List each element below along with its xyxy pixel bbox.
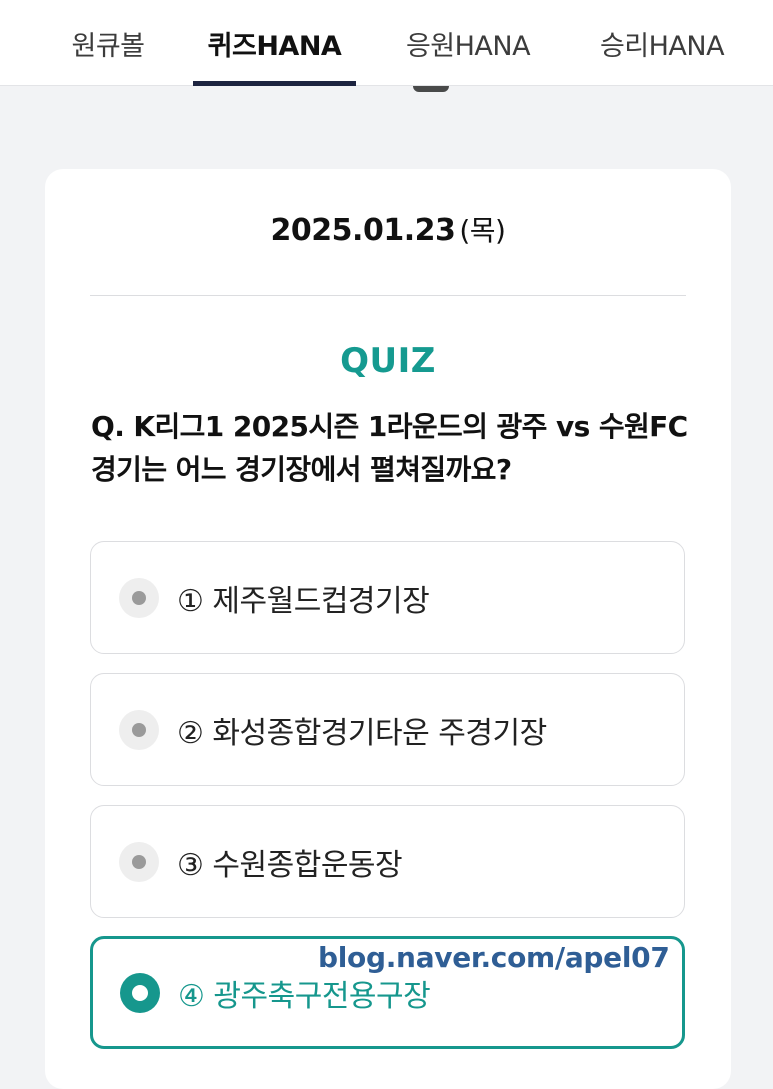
answer-option-2[interactable]: ② 화성종합경기타운 주경기장	[90, 673, 685, 786]
top-tab-bar: 원큐볼 퀴즈HANA 응원HANA 승리HANA	[0, 0, 773, 86]
partially-hidden-graphic	[413, 86, 449, 92]
radio-selected-icon[interactable]	[120, 972, 160, 1013]
answer-option-4[interactable]: ④ 광주축구전용구장	[90, 936, 685, 1049]
radio-unselected-icon[interactable]	[119, 841, 159, 882]
tab-label: 응원HANA	[405, 30, 531, 62]
radio-unselected-icon[interactable]	[119, 577, 159, 618]
answer-option-label: ④ 광주축구전용구장	[178, 978, 431, 1014]
tab-victory-hana[interactable]: 승리HANA	[580, 0, 744, 86]
quiz-card: 2025.01.23 (목) QUIZ Q. K리그1 2025시즌 1라운드의 …	[45, 169, 731, 1089]
tab-cheer-hana[interactable]: 응원HANA	[386, 0, 550, 86]
answer-option-1[interactable]: ① 제주월드컵경기장	[90, 541, 685, 654]
answer-option-3[interactable]: ③ 수원종합운동장	[90, 805, 685, 918]
tab-label: 퀴즈HANA	[207, 30, 342, 62]
date-value: 2025.01.23	[270, 213, 456, 248]
day-of-week: (목)	[459, 214, 506, 247]
tab-label: 원큐볼	[71, 30, 145, 62]
answer-option-label: ③ 수원종합운동장	[177, 847, 403, 883]
tab-onecue-ball[interactable]: 원큐볼	[50, 0, 166, 86]
answer-option-label: ① 제주월드컵경기장	[177, 583, 430, 619]
quiz-heading: QUIZ	[340, 341, 436, 381]
radio-unselected-icon[interactable]	[119, 709, 159, 750]
tab-label: 승리HANA	[599, 30, 725, 62]
tab-quiz-hana[interactable]: 퀴즈HANA	[193, 0, 356, 86]
answer-option-label: ② 화성종합경기타운 주경기장	[177, 715, 547, 751]
quiz-question: Q. K리그1 2025시즌 1라운드의 광주 vs 수원FC 경기는 어느 경…	[91, 410, 688, 486]
quiz-date: 2025.01.23 (목)	[45, 209, 731, 249]
divider	[90, 295, 686, 296]
